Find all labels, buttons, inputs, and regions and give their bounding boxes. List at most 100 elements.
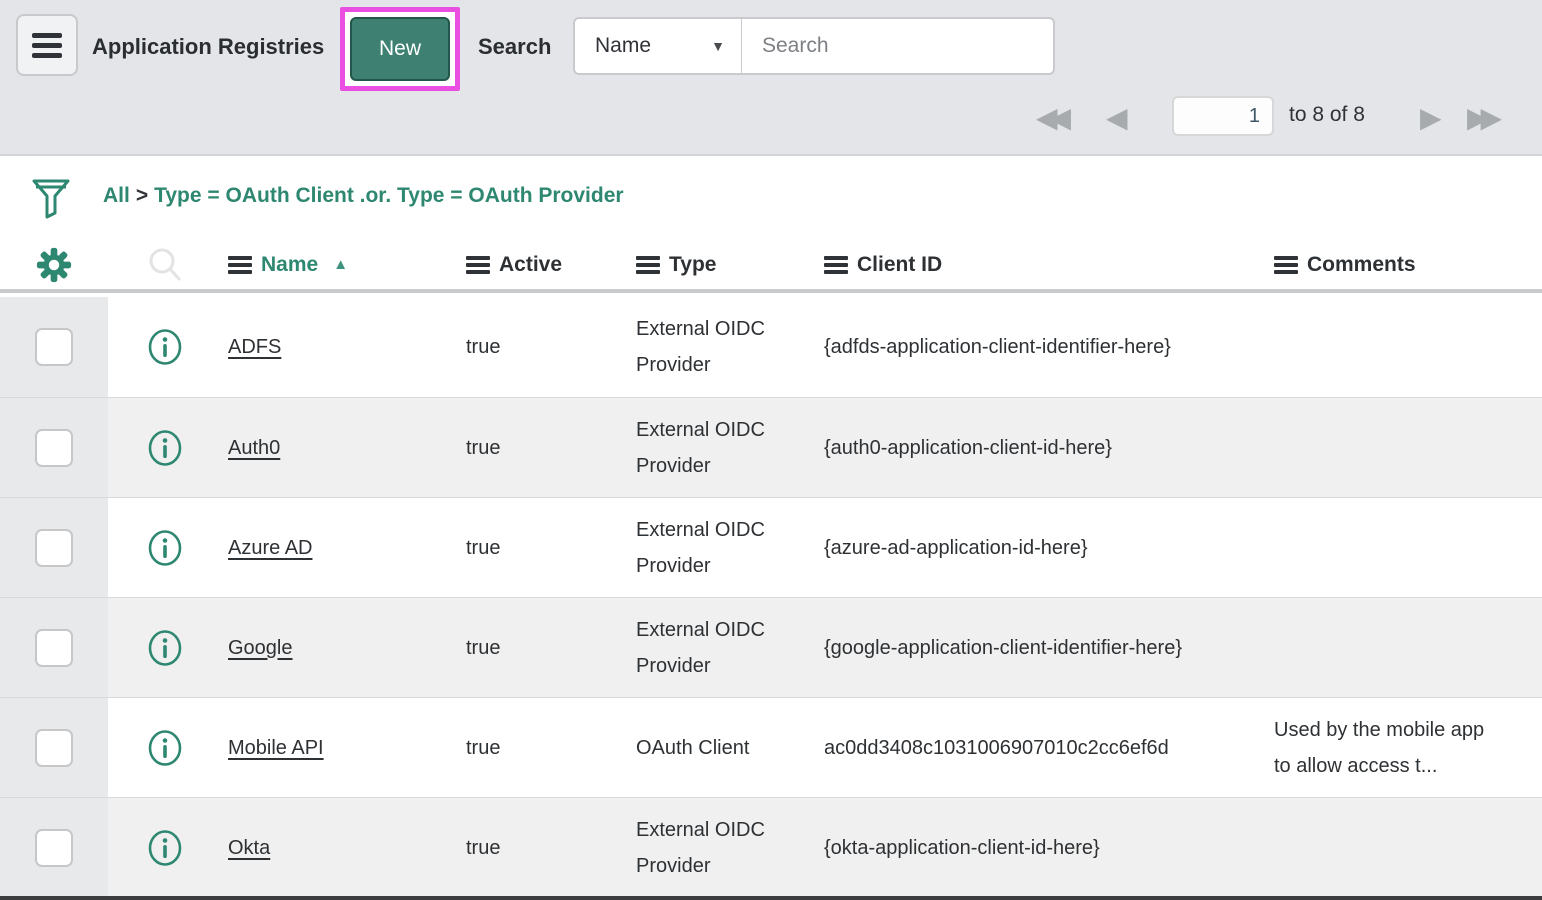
page-title: Application Registries <box>92 34 324 60</box>
row-info-cell <box>108 398 222 497</box>
info-icon[interactable] <box>147 429 183 467</box>
row-checkbox[interactable] <box>35 328 73 366</box>
type-cell: External OIDC Provider <box>630 598 818 697</box>
column-label-comments: Comments <box>1307 253 1416 277</box>
column-label-type: Type <box>669 253 716 277</box>
pagination: ◀◀ ◀ to 8 of 8 ▶ ▶▶ <box>0 96 1542 144</box>
chevron-down-icon: ▼ <box>711 38 725 54</box>
column-label-name: Name <box>261 253 318 277</box>
row-checkbox[interactable] <box>35 629 73 667</box>
header-bar: Application Registries New Search Name ▼… <box>0 0 1542 156</box>
row-select-cell <box>0 398 108 497</box>
column-menu-icon[interactable] <box>228 256 252 274</box>
column-header-name[interactable]: Name ▲ <box>222 253 460 277</box>
row-checkbox[interactable] <box>35 729 73 767</box>
last-page-icon[interactable]: ▶▶ <box>1467 98 1502 138</box>
column-header-type[interactable]: Type <box>630 253 818 277</box>
client-id-cell: {google-application-client-identifier-he… <box>818 598 1268 697</box>
column-menu-icon[interactable] <box>636 256 660 274</box>
table-header-row: Name ▲ Active Type Client ID Comments <box>0 240 1542 293</box>
search-input[interactable] <box>742 19 1053 73</box>
active-cell: true <box>460 798 630 897</box>
filter-breadcrumb-row: All > Type = OAuth Client .or. Type = OAut… <box>0 158 1542 240</box>
previous-page-icon[interactable]: ◀ <box>1106 98 1128 138</box>
personalize-list-cell <box>0 246 108 284</box>
search-label: Search <box>478 34 551 60</box>
row-info-cell <box>108 798 222 897</box>
row-select-cell <box>0 698 108 797</box>
record-link[interactable]: Google <box>222 630 293 666</box>
column-menu-icon[interactable] <box>824 256 848 274</box>
client-id-cell: {okta-application-client-id-here} <box>818 798 1268 897</box>
first-page-icon[interactable]: ◀◀ <box>1036 98 1071 138</box>
type-cell: External OIDC Provider <box>630 498 818 597</box>
search-column-dropdown[interactable]: Name ▼ <box>575 19 742 73</box>
gear-icon[interactable] <box>35 246 73 284</box>
breadcrumb-condition-link[interactable]: Type = OAuth Client .or. Type = OAuth Pr… <box>154 184 623 207</box>
page-number-input[interactable] <box>1172 96 1274 136</box>
comments-cell <box>1268 297 1542 397</box>
filter-funnel-icon[interactable] <box>30 176 72 227</box>
table-row: Okta true External OIDC Provider {okta-a… <box>0 797 1542 897</box>
next-page-icon[interactable]: ▶ <box>1420 98 1442 138</box>
active-cell: true <box>460 598 630 697</box>
new-button[interactable]: New <box>350 17 450 81</box>
list-body: ADFS true External OIDC Provider {adfds-… <box>0 297 1542 897</box>
record-link[interactable]: ADFS <box>222 329 281 365</box>
name-cell: Google <box>222 598 460 697</box>
info-icon[interactable] <box>147 729 183 767</box>
table-row: Google true External OIDC Provider {goog… <box>0 597 1542 697</box>
info-icon[interactable] <box>147 629 183 667</box>
type-cell: OAuth Client <box>630 698 818 797</box>
comments-cell <box>1268 498 1542 597</box>
column-menu-icon[interactable] <box>466 256 490 274</box>
column-label-active: Active <box>499 253 562 277</box>
record-link[interactable]: Azure AD <box>222 530 312 566</box>
name-cell: Mobile API <box>222 698 460 797</box>
client-id-cell: {azure-ad-application-id-here} <box>818 498 1268 597</box>
row-info-cell <box>108 297 222 397</box>
active-cell: true <box>460 498 630 597</box>
row-select-cell <box>0 297 108 397</box>
client-id-cell: ac0dd3408c1031006907010c2cc6ef6d <box>818 698 1268 797</box>
pagination-range-label: to 8 of 8 <box>1289 103 1365 127</box>
table-row: Auth0 true External OIDC Provider {auth0… <box>0 397 1542 497</box>
name-cell: Auth0 <box>222 398 460 497</box>
row-checkbox[interactable] <box>35 529 73 567</box>
active-cell: true <box>460 398 630 497</box>
row-checkbox[interactable] <box>35 829 73 867</box>
search-toggle-icon[interactable] <box>146 246 184 284</box>
search-column-value: Name <box>595 34 651 58</box>
row-select-cell <box>0 498 108 597</box>
annotation-highlight-box: New <box>340 7 460 91</box>
type-cell: External OIDC Provider <box>630 297 818 397</box>
sort-ascending-icon: ▲ <box>333 256 348 273</box>
info-icon[interactable] <box>147 328 183 366</box>
search-combo: Name ▼ <box>573 17 1055 75</box>
record-link[interactable]: Okta <box>222 830 270 866</box>
info-icon[interactable] <box>147 529 183 567</box>
table-row: Azure AD true External OIDC Provider {az… <box>0 497 1542 597</box>
list-menu-button[interactable] <box>16 14 78 76</box>
column-header-client-id[interactable]: Client ID <box>818 253 1268 277</box>
column-header-comments[interactable]: Comments <box>1268 253 1542 277</box>
breadcrumb-separator: > <box>136 184 148 207</box>
info-icon[interactable] <box>147 829 183 867</box>
row-select-cell <box>0 598 108 697</box>
breadcrumb: All > Type = OAuth Client .or. Type = OAut… <box>103 184 624 208</box>
name-cell: Azure AD <box>222 498 460 597</box>
client-id-cell: {auth0-application-client-id-here} <box>818 398 1268 497</box>
row-info-cell <box>108 598 222 697</box>
name-cell: Okta <box>222 798 460 897</box>
record-link[interactable]: Mobile API <box>222 730 324 766</box>
type-cell: External OIDC Provider <box>630 398 818 497</box>
column-header-active[interactable]: Active <box>460 253 630 277</box>
record-link[interactable]: Auth0 <box>222 430 280 466</box>
row-select-cell <box>0 798 108 897</box>
column-menu-icon[interactable] <box>1274 256 1298 274</box>
comments-cell: Used by the mobile app to allow access t… <box>1268 698 1542 797</box>
breadcrumb-all-link[interactable]: All <box>103 184 130 207</box>
row-checkbox[interactable] <box>35 429 73 467</box>
name-cell: ADFS <box>222 297 460 397</box>
active-cell: true <box>460 698 630 797</box>
